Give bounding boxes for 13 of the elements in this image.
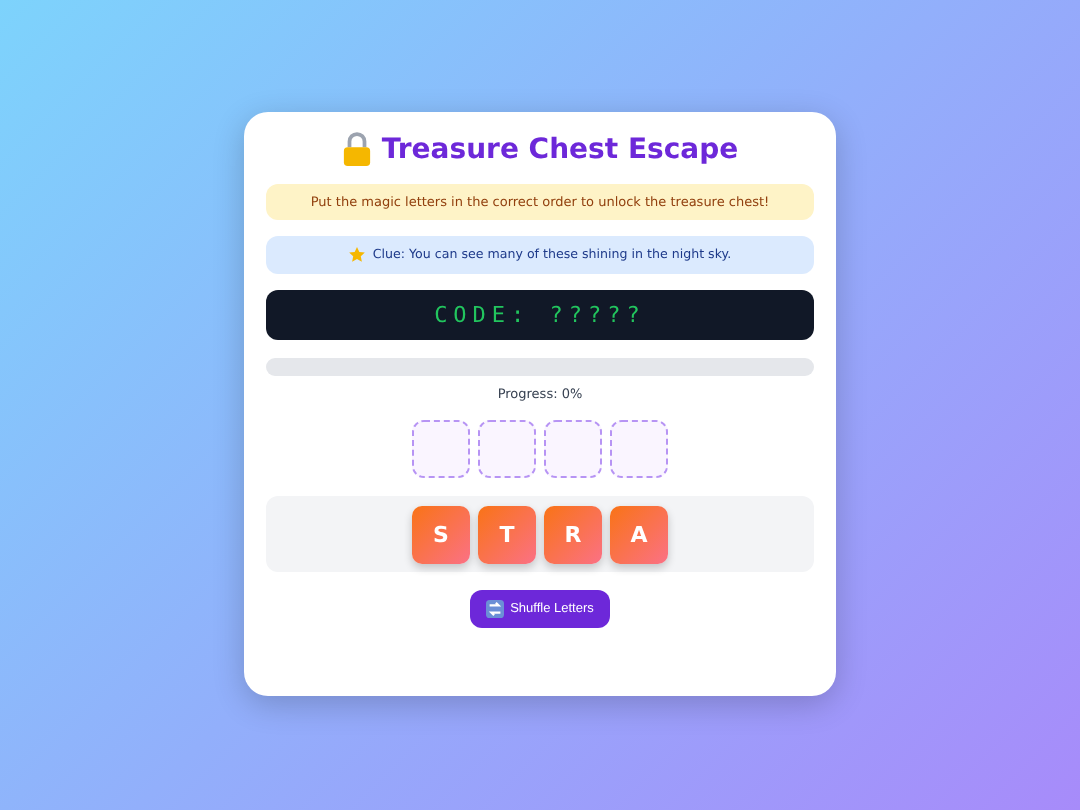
letter-slot[interactable]	[544, 420, 602, 478]
game-title: Treasure Chest Escape	[381, 133, 739, 165]
star-icon	[348, 246, 367, 264]
code-display: CODE: ?????	[266, 290, 814, 340]
letter-tile[interactable]: T	[478, 505, 536, 563]
letter-slot[interactable]	[412, 420, 470, 478]
shuffle-icon	[486, 600, 505, 618]
padlock-icon	[341, 132, 372, 166]
letter-tile[interactable]: S	[412, 505, 470, 563]
letter-slot[interactable]	[610, 420, 668, 478]
letter-tile[interactable]: R	[544, 505, 602, 563]
letter-slot[interactable]	[478, 420, 536, 478]
letter-tile[interactable]: A	[610, 505, 668, 563]
